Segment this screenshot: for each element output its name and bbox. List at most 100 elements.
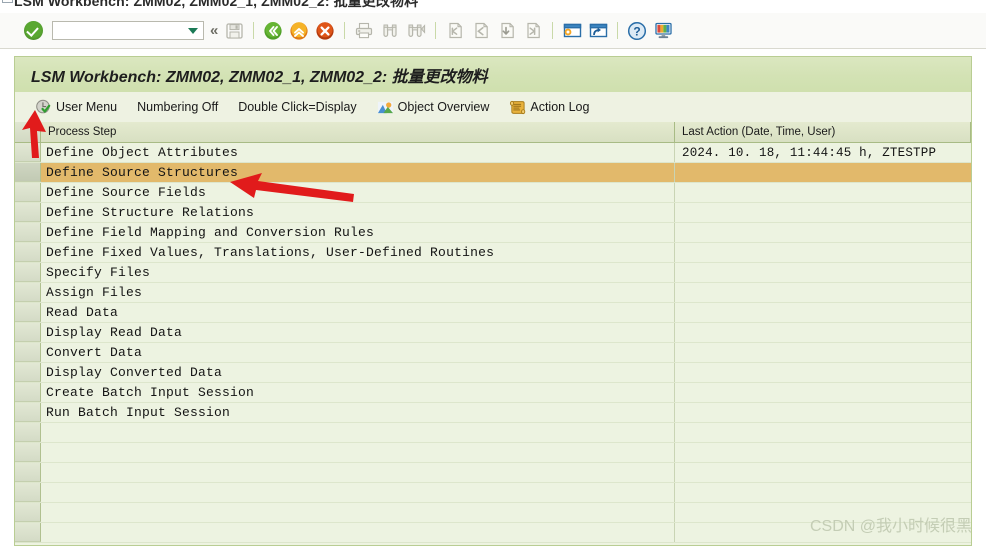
menu-item-numbering-off[interactable]: Numbering Off xyxy=(137,101,218,114)
menu-item-double-click-display[interactable]: Double Click=Display xyxy=(238,101,356,114)
exit-yellow-icon[interactable] xyxy=(287,20,311,42)
cell-last-action[interactable] xyxy=(675,463,971,482)
table-row[interactable] xyxy=(15,423,971,443)
cell-process-step[interactable]: Define Field Mapping and Conversion Rule… xyxy=(41,223,675,242)
cell-last-action[interactable] xyxy=(675,283,971,302)
row-selector-gutter[interactable] xyxy=(15,343,41,362)
cell-process-step[interactable]: Display Converted Data xyxy=(41,363,675,382)
cell-process-step[interactable]: Define Fixed Values, Translations, User-… xyxy=(41,243,675,262)
cell-last-action[interactable] xyxy=(675,163,971,182)
cell-last-action[interactable] xyxy=(675,403,971,422)
row-selector-gutter[interactable] xyxy=(15,203,41,222)
find-next-icon[interactable] xyxy=(404,20,428,42)
row-selector-gutter[interactable] xyxy=(15,363,41,382)
cell-process-step[interactable]: Assign Files xyxy=(41,283,675,302)
row-selector-gutter[interactable] xyxy=(15,503,41,522)
table-row[interactable]: Define Field Mapping and Conversion Rule… xyxy=(15,223,971,243)
cell-process-step[interactable]: Specify Files xyxy=(41,263,675,282)
cell-process-step[interactable]: Display Read Data xyxy=(41,323,675,342)
menu-item-action-log[interactable]: Action Log xyxy=(509,99,589,116)
previous-page-icon[interactable] xyxy=(469,20,493,42)
row-selector-gutter[interactable] xyxy=(15,143,41,162)
table-row[interactable]: Specify Files xyxy=(15,263,971,283)
row-selector-gutter[interactable] xyxy=(15,443,41,462)
column-header-process-step[interactable]: Process Step xyxy=(41,122,675,142)
chevron-down-icon[interactable] xyxy=(188,27,198,34)
menu-item-object-overview[interactable]: Object Overview xyxy=(377,99,489,116)
table-row[interactable]: Display Converted Data xyxy=(15,363,971,383)
row-selector-gutter[interactable] xyxy=(15,423,41,442)
cell-last-action[interactable] xyxy=(675,263,971,282)
table-row[interactable]: Run Batch Input Session xyxy=(15,403,971,423)
enter-check-icon[interactable] xyxy=(24,21,43,40)
row-selector-gutter[interactable] xyxy=(15,403,41,422)
table-row[interactable]: Read Data xyxy=(15,303,971,323)
cell-process-step[interactable]: Define Structure Relations xyxy=(41,203,675,222)
cell-process-step[interactable] xyxy=(41,503,675,522)
row-selector-gutter[interactable] xyxy=(15,243,41,262)
table-row[interactable]: Define Source Structures xyxy=(15,163,971,183)
save-icon[interactable] xyxy=(222,20,246,42)
help-icon[interactable]: ? xyxy=(625,20,649,42)
table-row[interactable] xyxy=(15,483,971,503)
shortcut-icon[interactable] xyxy=(586,20,610,42)
menu-item-user-menu[interactable]: User Menu xyxy=(35,99,117,116)
row-selector-gutter[interactable] xyxy=(15,463,41,482)
last-page-icon[interactable] xyxy=(521,20,545,42)
table-row[interactable]: Assign Files xyxy=(15,283,971,303)
cancel-red-icon[interactable] xyxy=(313,20,337,42)
cell-process-step[interactable] xyxy=(41,523,675,542)
customize-icon[interactable] xyxy=(651,20,675,42)
table-row[interactable]: Define Structure Relations xyxy=(15,203,971,223)
cell-last-action[interactable] xyxy=(675,223,971,242)
cell-process-step[interactable]: Define Object Attributes xyxy=(41,143,675,162)
cell-process-step[interactable]: Define Source Fields xyxy=(41,183,675,202)
cell-last-action[interactable] xyxy=(675,443,971,462)
table-row[interactable] xyxy=(15,443,971,463)
cell-last-action[interactable] xyxy=(675,203,971,222)
table-row[interactable] xyxy=(15,463,971,483)
column-header-last-action[interactable]: Last Action (Date, Time, User) xyxy=(675,122,971,142)
row-selector-gutter[interactable] xyxy=(15,523,41,542)
table-row[interactable]: Convert Data xyxy=(15,343,971,363)
row-selector-gutter[interactable] xyxy=(15,283,41,302)
cell-process-step[interactable]: Define Source Structures xyxy=(41,163,675,182)
row-selector-gutter[interactable] xyxy=(15,323,41,342)
row-selector-gutter[interactable] xyxy=(15,383,41,402)
back-green-icon[interactable] xyxy=(261,20,285,42)
cell-process-step[interactable]: Create Batch Input Session xyxy=(41,383,675,402)
cell-last-action[interactable] xyxy=(675,383,971,402)
cell-process-step[interactable]: Run Batch Input Session xyxy=(41,403,675,422)
cell-process-step[interactable] xyxy=(41,463,675,482)
cell-process-step[interactable]: Read Data xyxy=(41,303,675,322)
cell-process-step[interactable] xyxy=(41,443,675,462)
row-selector-gutter[interactable] xyxy=(15,223,41,242)
print-icon[interactable] xyxy=(352,20,376,42)
row-selector-gutter[interactable] xyxy=(15,263,41,282)
cell-last-action[interactable] xyxy=(675,243,971,262)
find-icon[interactable] xyxy=(378,20,402,42)
new-session-icon[interactable] xyxy=(560,20,584,42)
table-row[interactable]: Define Fixed Values, Translations, User-… xyxy=(15,243,971,263)
row-selector-gutter[interactable] xyxy=(15,183,41,202)
table-row[interactable]: Define Source Fields xyxy=(15,183,971,203)
cell-process-step[interactable]: Convert Data xyxy=(41,343,675,362)
cell-last-action[interactable] xyxy=(675,323,971,342)
cell-process-step[interactable] xyxy=(41,483,675,502)
first-page-icon[interactable] xyxy=(443,20,467,42)
row-selector-gutter[interactable] xyxy=(15,163,41,182)
cell-process-step[interactable] xyxy=(41,423,675,442)
cell-last-action[interactable] xyxy=(675,483,971,502)
row-selector-gutter[interactable] xyxy=(15,303,41,322)
cell-last-action[interactable] xyxy=(675,303,971,322)
table-row[interactable]: Display Read Data xyxy=(15,323,971,343)
table-row[interactable]: Define Object Attributes 2024. 10. 18, 11… xyxy=(15,143,971,163)
table-row[interactable]: Create Batch Input Session xyxy=(15,383,971,403)
cell-last-action[interactable] xyxy=(675,183,971,202)
cell-last-action[interactable]: 2024. 10. 18, 11:44:45 h, ZTESTPP xyxy=(675,143,971,162)
next-page-icon[interactable] xyxy=(495,20,519,42)
command-field[interactable] xyxy=(52,21,204,40)
cell-last-action[interactable] xyxy=(675,423,971,442)
row-selector-gutter[interactable] xyxy=(15,483,41,502)
cell-last-action[interactable] xyxy=(675,363,971,382)
